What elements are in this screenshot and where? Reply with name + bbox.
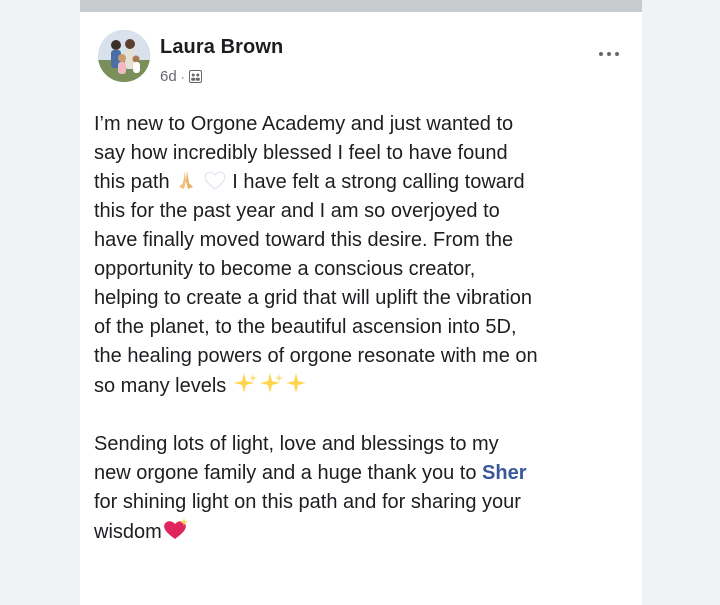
sparkles-emoji-icon bbox=[233, 373, 306, 393]
body-line-with-mention: new orgone family and a huge thank you t… bbox=[94, 459, 634, 488]
more-icon-dot bbox=[615, 52, 619, 56]
more-options-button[interactable] bbox=[594, 46, 624, 62]
post-time[interactable]: 6d bbox=[160, 68, 177, 85]
more-icon-dot bbox=[607, 52, 611, 56]
avatar-photo-icon bbox=[98, 30, 150, 82]
post-header: Laura Brown 6d · bbox=[98, 30, 630, 100]
body-line: I’m new to Orgone Academy and just wante… bbox=[94, 113, 514, 135]
body-line: opportunity to become a conscious creato… bbox=[94, 258, 476, 280]
more-icon bbox=[599, 52, 603, 56]
body-line-with-emoji: so many levels bbox=[94, 371, 634, 401]
body-line: for shining light on this path and for s… bbox=[94, 491, 521, 513]
body-line: say how incredibly blessed I feel to hav… bbox=[94, 142, 508, 164]
praying-hands-emoji-icon bbox=[179, 171, 194, 189]
body-line: this for the past year and I am so overj… bbox=[94, 200, 500, 222]
body-line: of the planet, to the beautiful ascensio… bbox=[94, 316, 517, 338]
body-text-fragment: this path bbox=[94, 171, 170, 193]
privacy-icon[interactable] bbox=[188, 70, 202, 83]
white-heart-emoji-icon bbox=[204, 171, 226, 190]
body-line-with-emoji: this path I have felt a strong calling t… bbox=[94, 168, 634, 197]
body-text-fragment: new orgone family and a huge thank you t… bbox=[94, 462, 477, 484]
body-line: the healing powers of orgone resonate wi… bbox=[94, 345, 538, 367]
body-line: have finally moved toward this desire. F… bbox=[94, 229, 514, 251]
avatar[interactable] bbox=[98, 30, 150, 82]
top-bar bbox=[80, 0, 642, 12]
body-line-with-emoji: wisdom bbox=[94, 517, 634, 547]
post-paragraph-2: Sending lots of light, love and blessing… bbox=[94, 430, 634, 547]
meta-separator: · bbox=[180, 69, 185, 84]
mention-link[interactable]: Sher bbox=[482, 462, 526, 484]
body-text-fragment: I have felt a strong calling toward bbox=[232, 171, 525, 193]
post-paragraph-1: I’m new to Orgone Academy and just wante… bbox=[94, 110, 634, 401]
post-body: I’m new to Orgone Academy and just wante… bbox=[94, 110, 634, 547]
body-text-fragment: wisdom bbox=[94, 521, 162, 543]
body-line: helping to create a grid that will uplif… bbox=[94, 287, 533, 309]
body-line: Sending lots of light, love and blessing… bbox=[94, 433, 499, 455]
body-text-fragment: so many levels bbox=[94, 375, 227, 397]
post-card: Laura Brown 6d · I’m new to Orgone Acade… bbox=[80, 12, 642, 605]
author-name[interactable]: Laura Brown bbox=[160, 36, 283, 59]
sparkling-heart-emoji-icon bbox=[163, 518, 188, 539]
post-meta: 6d · bbox=[160, 68, 202, 85]
